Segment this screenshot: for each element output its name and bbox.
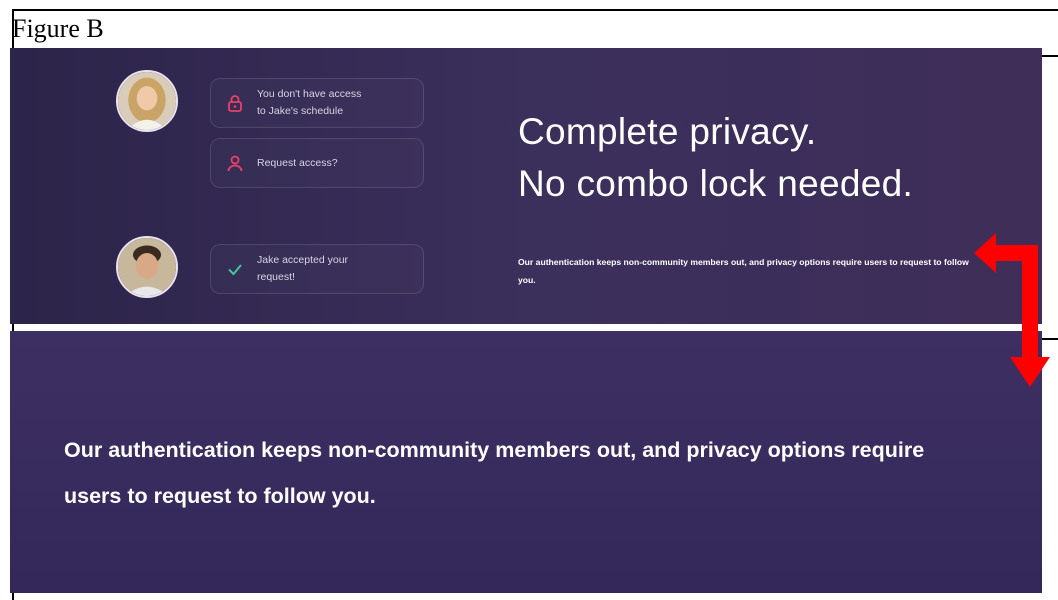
request-accepted-card: Jake accepted your request! [210, 244, 424, 294]
access-denied-card: You don't have access to Jake's schedule [210, 78, 424, 128]
woman-avatar [116, 70, 178, 132]
zoomed-line: users to request to follow you. [64, 484, 376, 508]
card-line: to Jake's schedule [257, 105, 344, 117]
callout-arrow-icon [974, 233, 1050, 387]
card-line: request! [257, 271, 295, 283]
request-access-card[interactable]: Request access? [210, 138, 424, 188]
zoomed-line: Our authentication keeps non-community m… [64, 438, 925, 462]
lock-icon [225, 93, 245, 113]
headline-line: Complete privacy. [518, 111, 817, 152]
user-icon [225, 153, 245, 173]
headline: Complete privacy. No combo lock needed. [518, 106, 913, 210]
figure-label: Figure B [12, 14, 104, 43]
card-line: Request access? [257, 156, 338, 169]
card-line: You don't have access [257, 88, 362, 100]
headline-line: No combo lock needed. [518, 163, 914, 204]
man-avatar [116, 236, 178, 298]
check-icon [225, 259, 245, 279]
card-line: Jake accepted your [257, 254, 349, 266]
zoomed-panel: Our authentication keeps non-community m… [10, 331, 1042, 593]
screenshot-panel: You don't have access to Jake's schedule… [10, 48, 1042, 324]
zoomed-description: Our authentication keeps non-community m… [64, 427, 1042, 519]
description-text: Our authentication keeps non-community m… [518, 257, 969, 285]
